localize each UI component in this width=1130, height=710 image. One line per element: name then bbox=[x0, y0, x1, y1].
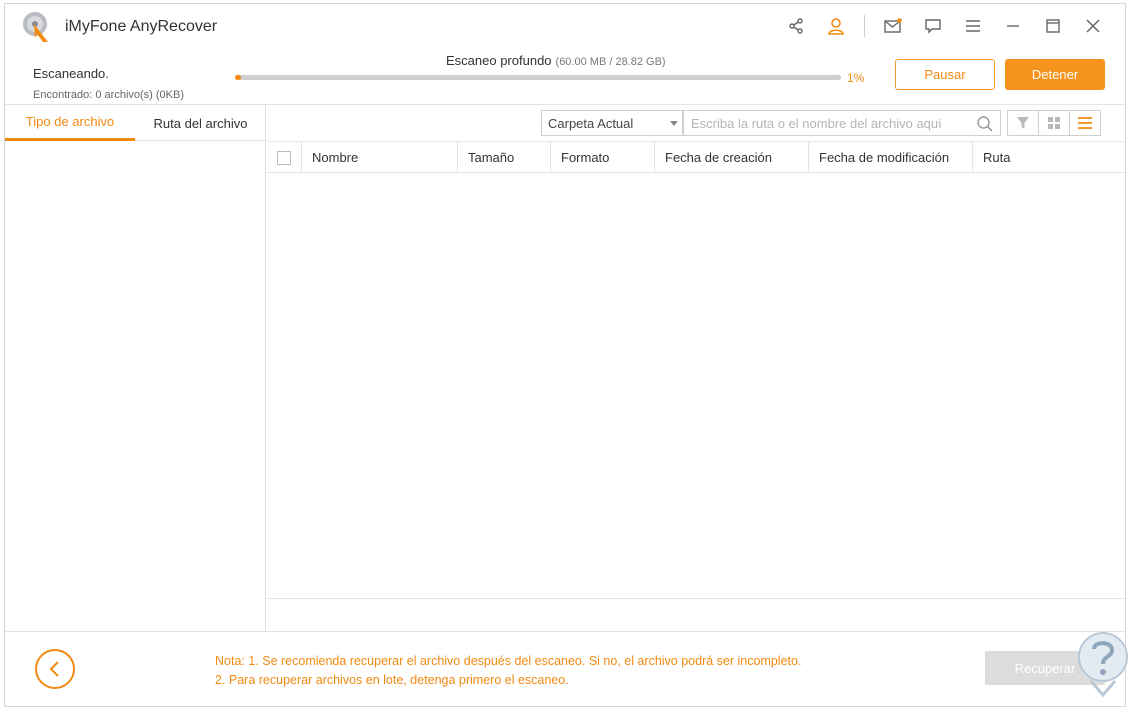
view-buttons bbox=[1007, 110, 1101, 136]
chevron-left-icon bbox=[49, 661, 59, 677]
column-format[interactable]: Formato bbox=[550, 142, 654, 173]
maximize-icon[interactable] bbox=[1041, 14, 1065, 38]
scan-size-info: (60.00 MB / 28.82 GB) bbox=[555, 56, 666, 68]
search-box bbox=[683, 110, 1001, 136]
grid-icon bbox=[1048, 117, 1060, 129]
left-tabs: Tipo de archivo Ruta del archivo bbox=[5, 105, 265, 141]
minimize-icon[interactable] bbox=[1001, 14, 1025, 38]
scan-progress-bar bbox=[235, 75, 841, 80]
select-all-checkbox[interactable] bbox=[277, 151, 291, 165]
list-icon bbox=[1078, 117, 1092, 129]
user-icon[interactable] bbox=[824, 14, 848, 38]
scan-note-line-1: Nota: 1. Se recomienda recuperar el arch… bbox=[215, 654, 802, 668]
app-window: iMyFone AnyRecover Escaneando. Encontrad… bbox=[4, 3, 1128, 707]
scan-mode: Escaneo profundo bbox=[446, 53, 552, 68]
left-panel: Tipo de archivo Ruta del archivo bbox=[5, 105, 266, 631]
column-name[interactable]: Nombre bbox=[301, 142, 457, 173]
filter-button[interactable] bbox=[1007, 110, 1039, 136]
title-bar-divider bbox=[864, 15, 865, 37]
chevron-down-icon bbox=[670, 121, 678, 126]
folder-select-value: Carpeta Actual bbox=[548, 115, 634, 131]
tab-file-path[interactable]: Ruta del archivo bbox=[135, 105, 266, 141]
table-header: Nombre Tamaño Formato Fecha de creación … bbox=[267, 141, 1125, 173]
scan-note: Nota: 1. Se recomienda recuperar el arch… bbox=[215, 652, 801, 690]
close-icon[interactable] bbox=[1081, 14, 1105, 38]
stop-button[interactable]: Detener bbox=[1005, 59, 1105, 90]
share-icon[interactable] bbox=[784, 14, 808, 38]
column-path[interactable]: Ruta bbox=[972, 142, 1125, 173]
scan-status: Escaneando. bbox=[33, 66, 109, 81]
scan-progress-fill bbox=[235, 75, 242, 80]
filter-icon bbox=[1017, 117, 1029, 129]
scan-title: Escaneo profundo (60.00 MB / 28.82 GB) bbox=[446, 53, 666, 68]
watermark-logo bbox=[1078, 632, 1128, 698]
back-button[interactable] bbox=[35, 649, 75, 689]
title-bar-actions bbox=[768, 14, 1105, 38]
folder-select[interactable]: Carpeta Actual bbox=[541, 110, 683, 136]
file-list bbox=[267, 173, 1125, 598]
search-icon[interactable] bbox=[976, 115, 994, 133]
mail-icon[interactable] bbox=[881, 14, 905, 38]
app-title: iMyFone AnyRecover bbox=[65, 18, 218, 35]
scan-note-line-2: 2. Para recuperar archivos en lote, dete… bbox=[215, 673, 569, 687]
scan-progress-percent: 1% bbox=[847, 71, 865, 85]
list-view-button[interactable] bbox=[1069, 110, 1101, 136]
footer-divider bbox=[5, 631, 1125, 632]
menu-icon[interactable] bbox=[961, 14, 985, 38]
table-footer-divider bbox=[267, 598, 1125, 599]
scan-found-count: Encontrado: 0 archivo(s) (0KB) bbox=[33, 89, 185, 101]
app-logo-icon bbox=[23, 12, 48, 42]
column-created[interactable]: Fecha de creación bbox=[654, 142, 808, 173]
pause-button[interactable]: Pausar bbox=[895, 59, 995, 90]
search-input[interactable] bbox=[684, 111, 964, 135]
column-size[interactable]: Tamaño bbox=[457, 142, 550, 173]
title-bar: iMyFone AnyRecover bbox=[5, 4, 1125, 48]
feedback-icon[interactable] bbox=[921, 14, 945, 38]
column-modified[interactable]: Fecha de modificación bbox=[808, 142, 972, 173]
tab-file-type[interactable]: Tipo de archivo bbox=[5, 105, 135, 141]
grid-view-button[interactable] bbox=[1038, 110, 1070, 136]
